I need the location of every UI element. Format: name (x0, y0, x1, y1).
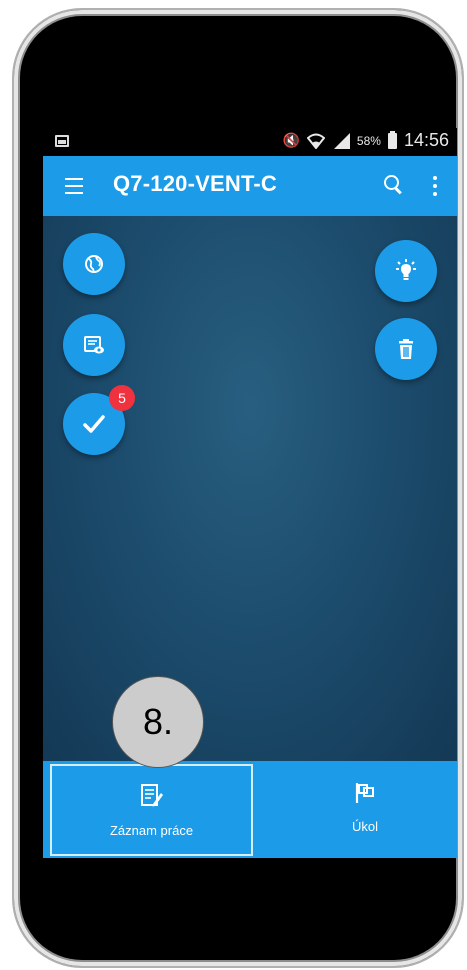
status-bar: 🔇 58% 14:56 (43, 128, 457, 156)
mute-icon: 🔇 (282, 132, 300, 148)
image-notification-icon (55, 135, 69, 147)
page-title: Q7-120-VENT-C (113, 171, 277, 196)
document-edit-icon (140, 783, 163, 806)
battery-percent: 58% (356, 133, 381, 148)
delete-button[interactable] (375, 318, 437, 380)
signal-icon (332, 132, 350, 149)
search-icon[interactable] (383, 174, 405, 196)
tab-work-log-label: Záznam práce (109, 822, 194, 838)
app-screen: 🔇 58% 14:56 Q7-120-VENT-C 5 Záznam práce… (43, 128, 457, 858)
bottom-action-bar: Záznam práce Úkol (43, 761, 457, 858)
menu-icon[interactable] (65, 178, 83, 194)
lightbulb-icon (396, 259, 416, 280)
status-time: 14:56 (403, 130, 449, 150)
tab-work-log[interactable]: Záznam práce (50, 764, 253, 856)
battery-icon (387, 130, 397, 149)
tab-task-label: Úkol (351, 818, 378, 834)
app-toolbar: Q7-120-VENT-C (43, 156, 457, 216)
wifi-icon (306, 133, 325, 149)
more-options-icon[interactable] (433, 176, 437, 196)
flag-icon (355, 782, 374, 803)
step-callout: 8. (112, 676, 204, 768)
idea-button[interactable] (375, 240, 437, 302)
tasks-button[interactable]: 5 (63, 385, 135, 455)
tab-task[interactable]: Úkol (273, 761, 457, 853)
globe-button[interactable] (63, 233, 125, 295)
task-count-badge: 5 (109, 385, 135, 411)
form-eye-icon (84, 336, 104, 354)
trash-icon (399, 339, 413, 359)
globe-icon (85, 255, 103, 273)
form-view-button[interactable] (63, 314, 125, 376)
status-icons: 🔇 58% 14:56 (282, 130, 449, 151)
check-icon (83, 415, 105, 433)
